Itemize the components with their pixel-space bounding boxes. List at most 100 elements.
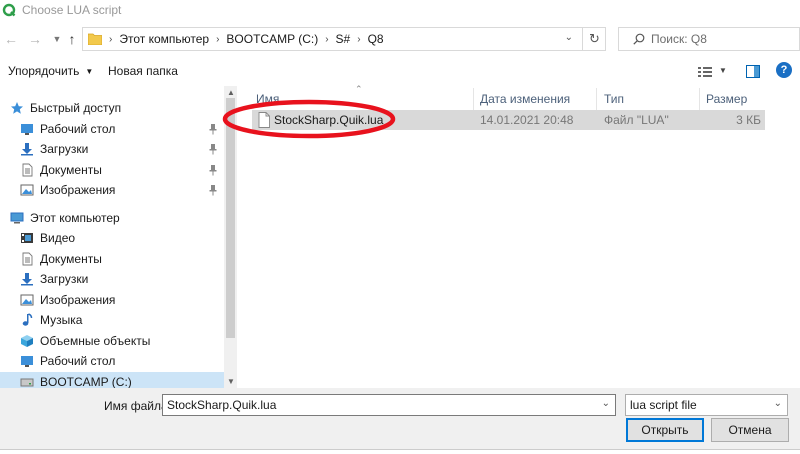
- scroll-up-icon[interactable]: ▲: [227, 88, 235, 97]
- pictures-icon: [20, 184, 34, 196]
- organize-menu[interactable]: Упорядочить ▼: [8, 64, 93, 78]
- breadcrumb-bootcamp[interactable]: BOOTCAMP (C:): [226, 32, 318, 46]
- document-icon: [22, 163, 33, 177]
- tree-label: Изображения: [40, 183, 116, 197]
- navigation-bar: ← → ▼ ↑ › Этот компьютер › BOOTCAMP (C:)…: [0, 24, 800, 54]
- navigation-scrollbar[interactable]: ▲ ▼: [224, 86, 237, 388]
- tree-label: Этот компьютер: [30, 211, 120, 225]
- breadcrumb-this-pc[interactable]: Этот компьютер: [119, 32, 209, 46]
- sort-caret-icon: ⌃: [355, 84, 363, 94]
- tree-desktop-quick[interactable]: Рабочий стол: [0, 119, 224, 139]
- search-box[interactable]: Поиск: Q8: [618, 27, 800, 51]
- document-icon: [22, 252, 33, 266]
- tree-downloads-quick[interactable]: Загрузки: [0, 139, 224, 159]
- navigation-pane: Быстрый доступ Рабочий стол Загрузки Док…: [0, 92, 224, 388]
- column-divider[interactable]: [699, 88, 700, 110]
- download-arrow-icon: [21, 273, 33, 286]
- tree-label: Быстрый доступ: [30, 101, 122, 115]
- star-icon: [11, 102, 23, 114]
- open-button[interactable]: Открыть: [626, 418, 704, 442]
- cancel-button[interactable]: Отмена: [711, 418, 789, 442]
- new-folder-button[interactable]: Новая папка: [108, 64, 178, 78]
- breadcrumb-separator: ›: [357, 33, 361, 45]
- background-window-strip: [0, 449, 800, 454]
- tree-label: Загрузки: [40, 272, 89, 286]
- forward-arrow-icon[interactable]: →: [26, 30, 44, 48]
- music-note-icon: [22, 313, 33, 326]
- breadcrumb-separator: ›: [109, 33, 113, 45]
- file-type-select[interactable]: lua script file ⌄: [625, 394, 788, 416]
- file-name-label: Имя файла:: [104, 399, 171, 413]
- tree-label: Документы: [40, 163, 102, 177]
- tree-desktop[interactable]: Рабочий стол: [0, 351, 224, 371]
- tree-quick-access[interactable]: Быстрый доступ: [10, 98, 224, 118]
- file-type-value: lua script file: [630, 398, 697, 412]
- file-size: 3 КБ: [736, 113, 761, 127]
- address-dropdown-icon[interactable]: ⌄: [565, 32, 573, 43]
- computer-icon: [10, 212, 24, 224]
- tree-this-pc[interactable]: Этот компьютер: [10, 208, 224, 228]
- address-bar[interactable]: › Этот компьютер › BOOTCAMP (C:) › S# › …: [82, 27, 606, 51]
- file-name-input[interactable]: StockSharp.Quik.lua ⌄: [162, 394, 616, 416]
- tree-downloads[interactable]: Загрузки: [0, 269, 224, 289]
- tree-label: Загрузки: [40, 142, 89, 156]
- file-name: StockSharp.Quik.lua: [274, 113, 384, 127]
- column-divider[interactable]: [596, 88, 597, 110]
- tree-3d-objects[interactable]: Объемные объекты: [0, 331, 224, 351]
- title-bar: Choose LUA script: [0, 0, 800, 20]
- video-icon: [21, 233, 33, 243]
- chevron-down-icon[interactable]: ⌄: [602, 398, 610, 409]
- pin-icon[interactable]: [208, 184, 218, 196]
- tree-videos[interactable]: Видео: [0, 228, 224, 248]
- scroll-thumb[interactable]: [226, 98, 235, 338]
- up-arrow-icon[interactable]: ↑: [63, 30, 81, 48]
- file-type: Файл "LUA": [604, 113, 669, 127]
- tree-label: Объемные объекты: [40, 334, 151, 348]
- column-divider[interactable]: [473, 88, 474, 110]
- column-size[interactable]: Размер: [706, 88, 747, 110]
- tree-label: Рабочий стол: [40, 354, 116, 368]
- desktop-icon: [21, 356, 33, 367]
- breadcrumb-s-sharp[interactable]: S#: [336, 32, 351, 46]
- tree-documents[interactable]: Документы: [0, 249, 224, 269]
- breadcrumb-q8[interactable]: Q8: [368, 32, 384, 46]
- breadcrumb-separator: ›: [216, 33, 220, 45]
- column-name[interactable]: Имя: [256, 88, 279, 110]
- help-icon[interactable]: ?: [776, 62, 792, 78]
- organize-label: Упорядочить: [8, 64, 80, 78]
- pin-icon[interactable]: [208, 143, 218, 155]
- column-date[interactable]: Дата изменения: [480, 88, 570, 110]
- cube-3d-icon: [21, 335, 33, 347]
- pin-icon[interactable]: [208, 164, 218, 176]
- file-date: 14.01.2021 20:48: [480, 113, 574, 127]
- column-type[interactable]: Тип: [604, 88, 624, 110]
- pin-icon[interactable]: [208, 123, 218, 135]
- tree-label: Видео: [40, 231, 76, 245]
- download-arrow-icon: [21, 143, 33, 156]
- command-toolbar: Упорядочить ▼ Новая папка ▼ ?: [0, 58, 800, 84]
- drive-icon: [20, 378, 34, 387]
- chevron-down-icon: ▼: [85, 67, 94, 76]
- back-arrow-icon[interactable]: ←: [2, 30, 20, 48]
- file-name-value: StockSharp.Quik.lua: [167, 398, 277, 412]
- tree-pictures-quick[interactable]: Изображения: [0, 180, 224, 200]
- tree-pictures[interactable]: Изображения: [0, 290, 224, 310]
- breadcrumb-separator: ›: [325, 33, 329, 45]
- tree-label: Изображения: [40, 293, 116, 307]
- scroll-down-icon[interactable]: ▼: [227, 377, 235, 386]
- tree-label: Документы: [40, 252, 102, 266]
- view-options-icon[interactable]: [698, 66, 712, 78]
- tree-bootcamp-drive[interactable]: BOOTCAMP (C:): [0, 372, 224, 388]
- search-placeholder: Поиск: Q8: [651, 32, 707, 46]
- file-row[interactable]: StockSharp.Quik.lua 14.01.2021 20:48 Фай…: [252, 110, 765, 130]
- window-title: Choose LUA script: [22, 3, 122, 17]
- preview-pane-icon[interactable]: [746, 65, 760, 78]
- tree-label: BOOTCAMP (C:): [40, 375, 132, 388]
- tree-label: Музыка: [40, 313, 83, 327]
- refresh-icon[interactable]: ↻: [582, 27, 606, 51]
- chevron-down-icon[interactable]: ⌄: [774, 398, 782, 409]
- tree-documents-quick[interactable]: Документы: [0, 160, 224, 180]
- view-chevron-down-icon[interactable]: ▼: [719, 66, 727, 75]
- tree-music[interactable]: Музыка: [0, 310, 224, 330]
- pictures-icon: [20, 294, 34, 306]
